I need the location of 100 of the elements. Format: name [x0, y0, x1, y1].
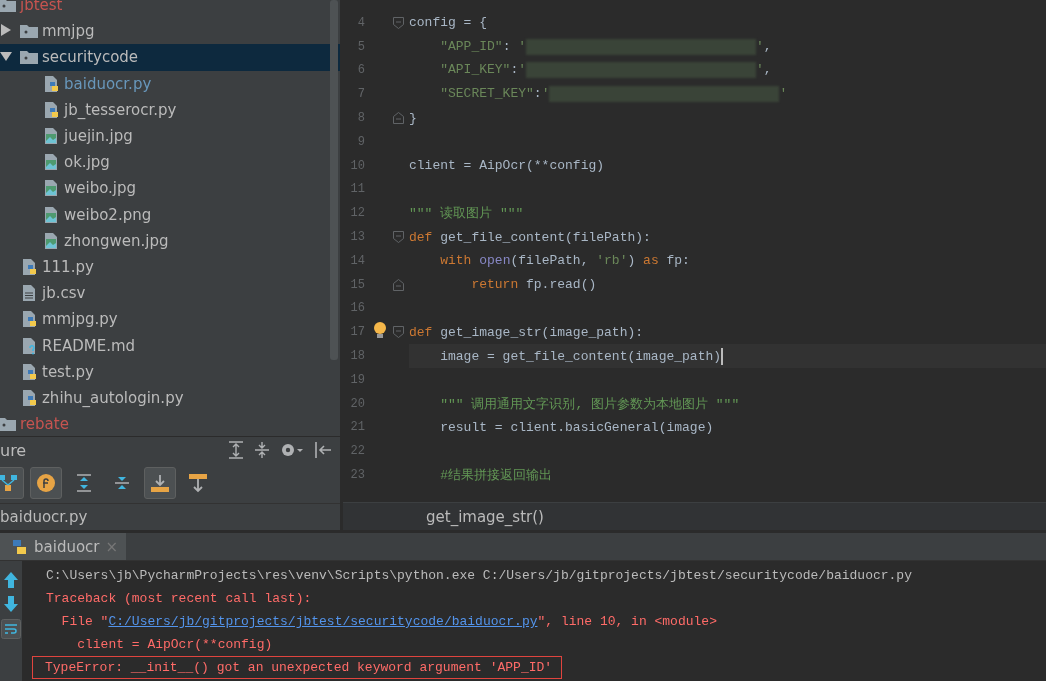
- file-name: baiduocr.py: [64, 74, 152, 93]
- console-text: TypeError: __init__() got an unexpected keyword argument 'APP_ID': [45, 660, 553, 675]
- file-name: weibo.jpg: [64, 179, 137, 198]
- toolbar-toggle[interactable]: [30, 467, 62, 500]
- expanded-arrow-icon[interactable]: [0, 49, 12, 62]
- collapse-all-icon[interactable]: [254, 441, 270, 460]
- tree-item[interactable]: jb_tesserocr.py: [0, 96, 340, 123]
- field-icon: [36, 473, 56, 494]
- file-name: jb.csv: [42, 284, 86, 303]
- scrollbar[interactable]: [330, 0, 338, 360]
- code-text: #结果拼接返回输出: [439, 467, 552, 485]
- down-arrow-icon[interactable]: [3, 595, 19, 613]
- line-number: 22: [349, 444, 365, 459]
- tree-item[interactable]: zhihu_autologin.py: [0, 384, 340, 411]
- line-number: 8: [356, 111, 365, 126]
- code-text: def get_image_str(image_path):: [409, 324, 644, 340]
- unknown-file-icon: [20, 336, 38, 355]
- line-number: 13: [349, 230, 365, 245]
- file-name: juejin.jpg: [64, 127, 133, 146]
- structure-file-name: baiduocr.py: [0, 507, 89, 528]
- soft-wrap-icon[interactable]: [1, 619, 21, 639]
- toolbar-toggle[interactable]: [0, 467, 24, 500]
- line-number: 9: [356, 134, 365, 149]
- tree-item[interactable]: weibo2.png: [0, 201, 340, 228]
- line-number: 12: [349, 206, 365, 221]
- file-name: securitycode: [42, 48, 139, 67]
- tree-item[interactable]: weibo.jpg: [0, 175, 340, 202]
- code-text: """ 调用通用文字识别, 图片参数为本地图片 """: [439, 395, 740, 413]
- line-number: 14: [349, 253, 365, 268]
- panel-title: ure: [0, 440, 27, 460]
- image-file-icon: [42, 231, 60, 250]
- hierarchy-icon: [0, 475, 17, 492]
- tree-item[interactable]: test.py: [0, 358, 340, 385]
- run-tab[interactable]: baiduocr ×: [0, 533, 127, 560]
- line-number: 15: [349, 277, 365, 292]
- line-number: 4: [356, 15, 365, 30]
- up-arrow-icon[interactable]: [3, 571, 19, 589]
- image-file-icon: [42, 179, 60, 198]
- expand-all-icon: [75, 474, 93, 493]
- python-file-icon: [42, 74, 60, 93]
- file-name: zhongwen.jpg: [64, 231, 169, 250]
- tree-item[interactable]: securitycode: [0, 44, 340, 71]
- file-name: jb_tesserocr.py: [64, 100, 177, 119]
- line-number: 18: [349, 349, 365, 364]
- scroll-from-source-icon: [150, 473, 170, 494]
- tree-item[interactable]: ok.jpg: [0, 149, 340, 176]
- toolbar-toggle[interactable]: [144, 467, 176, 500]
- code-text: image = get_file_content(image_path): [439, 347, 724, 365]
- code-text: }: [409, 110, 417, 126]
- folder-icon: [20, 49, 38, 66]
- breadcrumb[interactable]: get_image_str(): [343, 502, 1046, 530]
- lightbulb-icon[interactable]: [373, 321, 387, 340]
- hide-panel-icon[interactable]: [314, 441, 332, 460]
- file-name: README.md: [42, 336, 136, 355]
- code-text: def get_file_content(filePath):: [409, 229, 651, 245]
- scroll-to-source-icon: [188, 473, 208, 494]
- code-text: result = client.basicGeneral(image): [439, 419, 714, 435]
- python-file-icon: [20, 362, 38, 381]
- code-text: client = AipOcr(**config): [409, 158, 605, 174]
- python-file-icon: [20, 257, 38, 276]
- file-name: mmjpg.py: [42, 310, 118, 329]
- line-number: 6: [356, 63, 365, 78]
- console-text: Traceback (most recent call last):: [46, 591, 312, 606]
- file-link[interactable]: C:/Users/jb/gitprojects/jbtest/securitycode/baiduocr.py: [108, 614, 538, 629]
- expand-all-icon[interactable]: [228, 441, 244, 460]
- code-text: config = {: [409, 15, 487, 31]
- tree-item[interactable]: zhongwen.jpg: [0, 227, 340, 254]
- tree-item[interactable]: mmjpg: [0, 18, 340, 45]
- python-file-icon: [20, 388, 38, 407]
- line-number: 7: [356, 87, 365, 102]
- tree-item[interactable]: 111.py: [0, 253, 340, 281]
- console-text: C:\Users\jb\PycharmProjects\res\venv\Scripts\python.exe C:/Users/jb/gitprojects/jbtest/securitycode/baiduocr.py: [46, 568, 912, 583]
- folder-icon: [20, 23, 38, 40]
- file-name: ok.jpg: [64, 153, 110, 172]
- text-file-icon: [20, 284, 38, 303]
- console-text: client = AipOcr(**config): [76, 637, 273, 652]
- tree-item[interactable]: mmjpg.py: [0, 306, 340, 333]
- image-file-icon: [42, 127, 60, 146]
- code-text: """ 读取图片 """: [409, 205, 524, 223]
- tree-item[interactable]: baiduocr.py: [0, 70, 340, 97]
- file-name: weibo2.png: [64, 205, 152, 224]
- line-number: 16: [349, 301, 365, 316]
- collapsed-arrow-icon[interactable]: [0, 23, 12, 36]
- line-number: 19: [349, 372, 365, 387]
- line-number: 10: [349, 158, 365, 173]
- tree-item[interactable]: README.md: [0, 332, 340, 359]
- console-text: ", line 10, in <module>: [537, 614, 717, 629]
- file-name: mmjpg: [42, 22, 95, 41]
- image-file-icon: [42, 205, 60, 224]
- file-name: test.py: [42, 362, 94, 381]
- console-text: File ": [60, 614, 109, 629]
- line-number: 23: [349, 468, 365, 483]
- image-file-icon: [42, 153, 60, 172]
- line-number: 11: [349, 182, 365, 197]
- python-file-icon: [20, 310, 38, 329]
- tree-item[interactable]: juejin.jpg: [0, 122, 340, 150]
- code-text: return fp.read(): [470, 277, 597, 293]
- line-number: 20: [349, 396, 365, 411]
- line-number: 21: [349, 420, 365, 435]
- tree-item[interactable]: jb.csv: [0, 280, 340, 307]
